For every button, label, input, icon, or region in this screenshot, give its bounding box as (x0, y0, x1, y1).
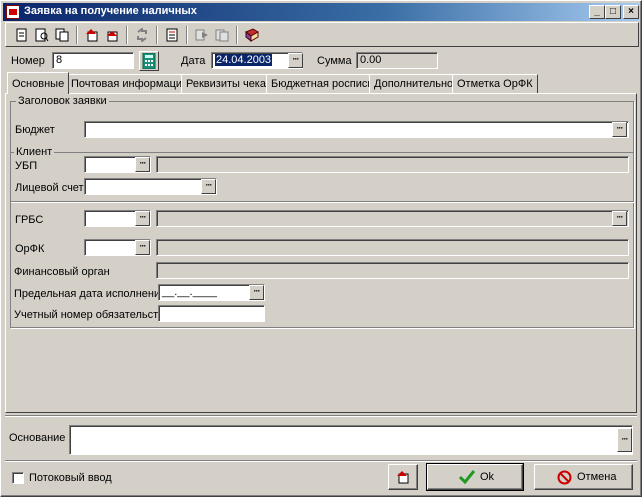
client-caption: Клиент (14, 146, 55, 158)
history2-button[interactable] (102, 25, 122, 45)
cancel-label: Отмена (577, 471, 617, 483)
deadline-picker-button[interactable]: ··· (249, 285, 264, 300)
cancel-icon (557, 470, 572, 488)
toolbar-separator (236, 26, 238, 44)
account-field[interactable] (84, 178, 217, 195)
history-icon (85, 28, 99, 42)
properties-icon (165, 28, 179, 42)
orfk-label: ОрФК (15, 243, 45, 255)
tab-budget-schedule[interactable]: Бюджетная роспись (266, 74, 379, 93)
orfk-picker-button[interactable]: ··· (135, 240, 150, 255)
toolbar (5, 22, 639, 47)
copy-doc-icon (55, 28, 69, 42)
footer-divider-2 (5, 460, 637, 462)
copy-doc-button[interactable] (52, 25, 72, 45)
number-field[interactable]: 8 (52, 52, 134, 69)
app-window: Заявка на получение наличных _ □ × Номер… (0, 0, 642, 497)
fin-org-label: Финансовый орган (14, 266, 110, 278)
stream-input-label: Потоковый ввод (29, 472, 112, 484)
toolbar-separator (156, 26, 158, 44)
orfk-name-field (156, 239, 629, 256)
ubp-picker-button[interactable]: ··· (135, 157, 150, 172)
tab-additional[interactable]: Дополнительно (369, 74, 459, 93)
date-label: Дата (181, 55, 206, 67)
tab-check-details[interactable]: Реквизиты чека (181, 74, 271, 93)
ubp-label: УБП (15, 160, 38, 172)
forward2-button[interactable] (212, 25, 232, 45)
grbs-label: ГРБС (15, 214, 44, 226)
tab-main[interactable]: Основные (7, 72, 70, 94)
budget-field[interactable] (84, 121, 629, 138)
toolbar-separator (76, 26, 78, 44)
fin-org-field (156, 262, 629, 279)
refresh-button[interactable] (132, 25, 152, 45)
date-value: 24.04.2003 (215, 54, 273, 66)
close-button[interactable]: × (623, 5, 639, 19)
stream-input-checkbox[interactable] (12, 472, 24, 484)
tab-panel: Заголовок заявки Бюджет ··· Клиент УБП ·… (5, 93, 637, 413)
maximize-button[interactable]: □ (605, 5, 621, 19)
budget-picker-button[interactable]: ··· (612, 122, 627, 137)
window-title: Заявка на получение наличных (24, 5, 197, 17)
ok-label: Ok (480, 471, 495, 483)
toolbar-separator (186, 26, 188, 44)
sum-label: Сумма (317, 55, 352, 67)
title-bar[interactable]: Заявка на получение наличных _ □ × (3, 3, 639, 21)
account-picker-button[interactable]: ··· (201, 179, 216, 194)
obligation-field[interactable] (158, 305, 265, 322)
grbs-name-field (156, 210, 629, 227)
new-doc-icon (15, 28, 29, 42)
app-icon (6, 5, 20, 19)
refresh-icon (135, 27, 149, 43)
request-header-caption: Заголовок заявки (16, 95, 109, 107)
history-footer-button[interactable] (388, 464, 418, 490)
tab-postal[interactable]: Почтовая информация (66, 74, 193, 93)
account-label: Лицевой счет (15, 182, 84, 194)
basis-field[interactable] (69, 425, 633, 455)
ok-button[interactable]: Ok (426, 463, 524, 491)
sum-field: 0.00 (356, 52, 438, 69)
deadline-label: Предельная дата исполнения (14, 288, 167, 300)
tab-orfk-mark[interactable]: Отметка ОрФК (452, 74, 538, 93)
basis-label: Основание (9, 432, 66, 444)
forward2-icon (215, 28, 229, 42)
footer-divider (5, 415, 637, 417)
check-icon (458, 470, 476, 487)
date-picker-button[interactable]: ··· (288, 53, 303, 68)
grbs-picker-button[interactable]: ··· (135, 211, 150, 226)
book-icon (245, 28, 259, 43)
history2-icon (105, 28, 119, 42)
preview-button[interactable] (32, 25, 52, 45)
history-icon (396, 470, 410, 487)
budget-label: Бюджет (15, 124, 55, 136)
forward-icon (195, 28, 209, 42)
calculator-icon (142, 52, 156, 72)
properties-button[interactable] (162, 25, 182, 45)
grbs-name-picker-button[interactable]: ··· (612, 211, 627, 226)
history-button[interactable] (82, 25, 102, 45)
obligation-label: Учетный номер обязательства (14, 309, 170, 321)
book-button[interactable] (242, 25, 262, 45)
ubp-name-field (156, 156, 629, 173)
calculator-button[interactable] (139, 51, 159, 71)
basis-picker-button[interactable]: ··· (617, 428, 632, 452)
minimize-button[interactable]: _ (589, 5, 605, 19)
toolbar-separator (126, 26, 128, 44)
forward-button[interactable] (192, 25, 212, 45)
cancel-button[interactable]: Отмена (534, 464, 633, 490)
new-doc-button[interactable] (12, 25, 32, 45)
number-label: Номер (11, 55, 45, 67)
preview-icon (35, 28, 49, 42)
